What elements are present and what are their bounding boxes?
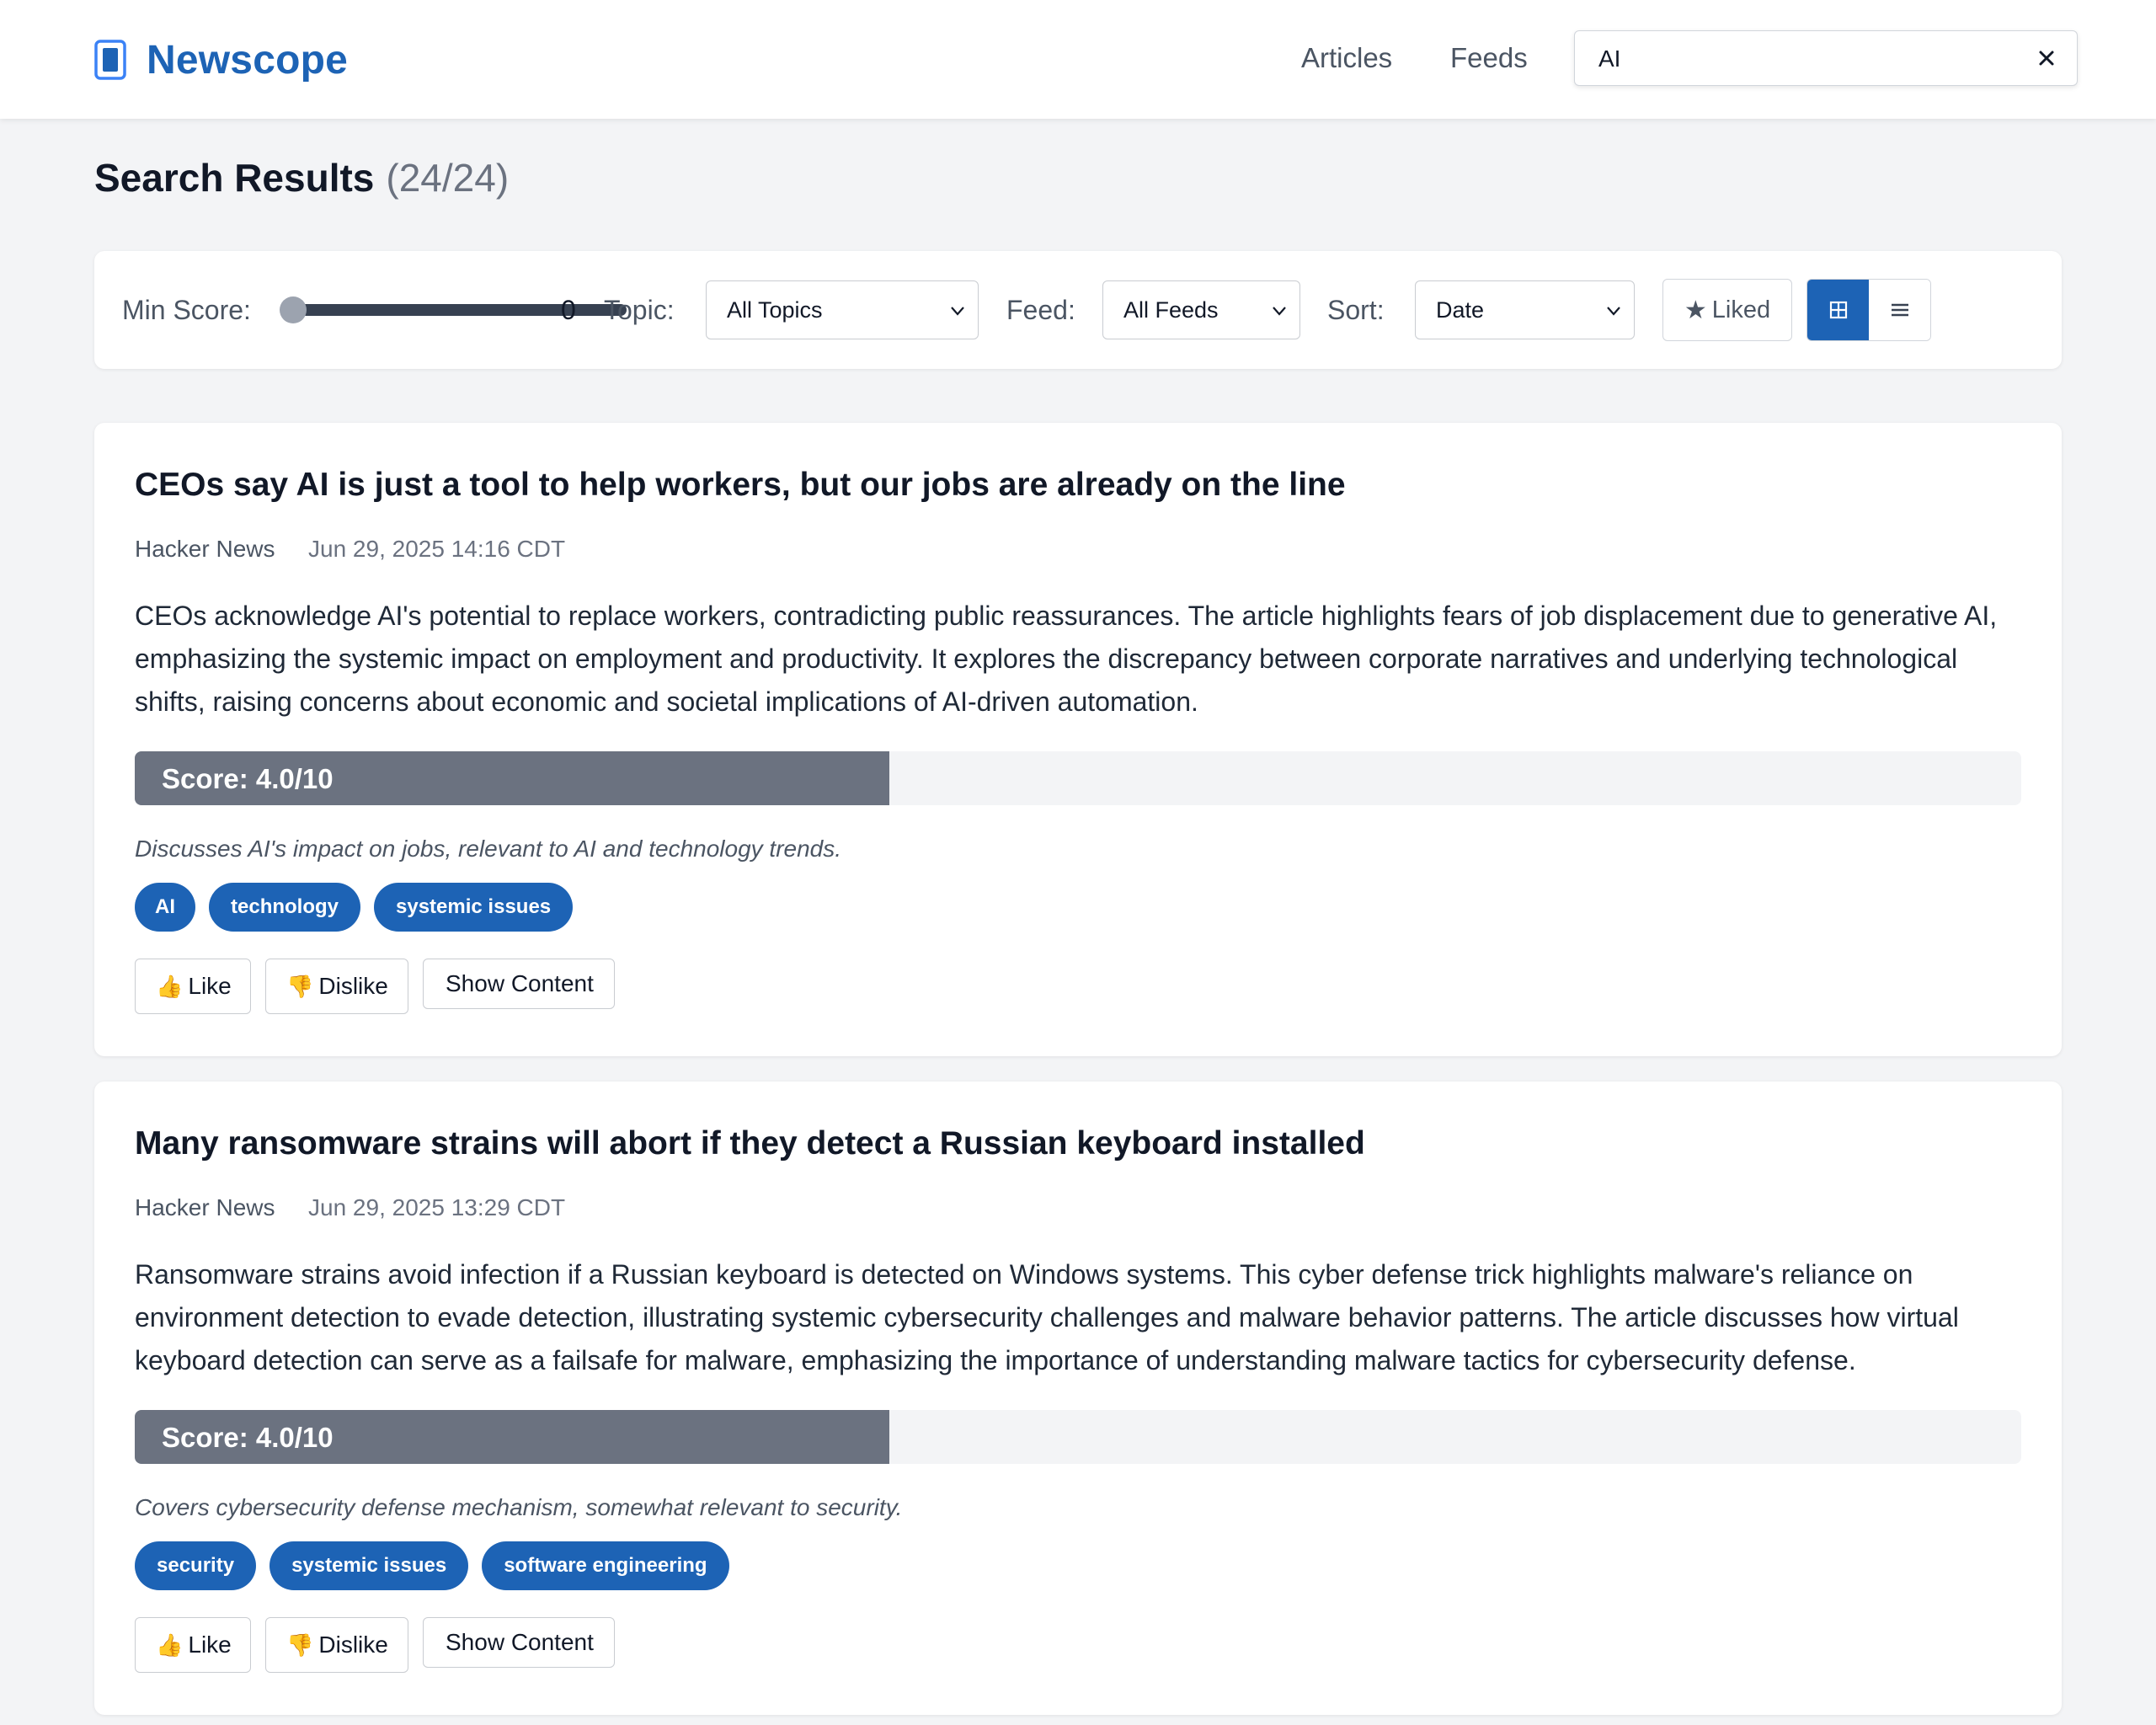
page-title-text: Search Results: [94, 156, 375, 200]
dislike-label: Dislike: [318, 973, 388, 999]
score-bar: Score: 4.0/10: [135, 1410, 2021, 1464]
liked-label: Liked: [1711, 296, 1771, 323]
like-label: Like: [188, 973, 232, 999]
topic-selected-value: All Topics: [727, 297, 823, 323]
newspaper-icon: [94, 40, 126, 80]
topic-label: Topic:: [604, 295, 675, 325]
feed-selected-value: All Feeds: [1123, 297, 1219, 323]
view-mode-toggle: [1806, 279, 1931, 341]
grid-icon: [1829, 301, 1847, 319]
article-source: Hacker News: [135, 1194, 275, 1220]
list-icon: [1891, 303, 1908, 317]
chevron-down-icon: [951, 307, 964, 316]
topic-select[interactable]: All Topics: [706, 280, 979, 339]
tag-list: security systemic issues software engine…: [135, 1541, 729, 1590]
page-title: Search Results (24/24): [94, 155, 509, 200]
tag-chip[interactable]: security: [135, 1541, 257, 1590]
tag-list: AI technology systemic issues: [135, 883, 574, 932]
app-name: Newscope: [147, 37, 349, 83]
dislike-label: Dislike: [318, 1632, 388, 1658]
sort-label: Sort:: [1327, 295, 1385, 325]
tag-chip[interactable]: technology: [209, 883, 361, 932]
thumbs-up-icon: 👍: [156, 1632, 184, 1658]
top-header: Newscope Articles Feeds: [0, 0, 2156, 119]
dislike-button[interactable]: 👎 Dislike: [265, 1617, 408, 1673]
article-card: Many ransomware strains will abort if th…: [94, 1081, 2062, 1715]
nav-feeds-link[interactable]: Feeds: [1450, 42, 1528, 74]
filter-bar: Min Score: 0 Topic: All Topics Feed: All…: [94, 251, 2062, 369]
min-score-value: 0: [561, 295, 576, 325]
show-content-button[interactable]: Show Content: [423, 959, 615, 1009]
logo[interactable]: Newscope: [94, 35, 348, 84]
grid-view-button[interactable]: [1807, 280, 1869, 340]
sort-selected-value: Date: [1436, 297, 1485, 323]
show-content-label: Show Content: [446, 970, 594, 996]
thumbs-up-icon: 👍: [156, 973, 184, 999]
chevron-down-icon: [1273, 307, 1286, 316]
like-label: Like: [188, 1632, 232, 1658]
min-score-slider-thumb[interactable]: [280, 296, 307, 323]
show-content-label: Show Content: [446, 1629, 594, 1655]
feed-select[interactable]: All Feeds: [1102, 280, 1300, 339]
tag-chip[interactable]: AI: [135, 883, 195, 932]
article-date: Jun 29, 2025 14:16 CDT: [308, 536, 566, 562]
search-box: [1574, 30, 2078, 86]
thumbs-down-icon: 👎: [286, 1632, 314, 1658]
close-icon[interactable]: [2031, 43, 2062, 73]
star-icon: ★: [1684, 296, 1707, 324]
feed-label: Feed:: [1006, 295, 1075, 325]
score-bar: Score: 4.0/10: [135, 751, 2021, 805]
show-content-button[interactable]: Show Content: [423, 1617, 615, 1668]
dislike-button[interactable]: 👎 Dislike: [265, 959, 408, 1014]
tag-chip[interactable]: systemic issues: [270, 1541, 469, 1590]
article-summary: Ransomware strains avoid infection if a …: [135, 1259, 1959, 1375]
thumbs-down-icon: 👎: [286, 973, 314, 999]
like-button[interactable]: 👍 Like: [135, 1617, 251, 1673]
article-summary: CEOs acknowledge AI's potential to repla…: [135, 601, 1998, 717]
score-text: Score: 4.0/10: [162, 763, 334, 794]
tag-chip[interactable]: systemic issues: [374, 883, 574, 932]
search-input[interactable]: [1598, 41, 2003, 77]
article-source: Hacker News: [135, 536, 275, 562]
chevron-down-icon: [1607, 307, 1620, 316]
list-view-button[interactable]: [1869, 280, 1930, 340]
article-title[interactable]: CEOs say AI is just a tool to help worke…: [135, 467, 1346, 504]
score-reason: Covers cybersecurity defense mechanism, …: [135, 1494, 903, 1520]
min-score-label: Min Score:: [122, 295, 251, 325]
article-title[interactable]: Many ransomware strains will abort if th…: [135, 1125, 1365, 1162]
article-card: CEOs say AI is just a tool to help worke…: [94, 423, 2062, 1056]
score-text: Score: 4.0/10: [162, 1422, 334, 1453]
article-date: Jun 29, 2025 13:29 CDT: [308, 1194, 566, 1220]
liked-filter-button[interactable]: ★ Liked: [1662, 279, 1792, 341]
tag-chip[interactable]: software engineering: [482, 1541, 729, 1590]
sort-select[interactable]: Date: [1415, 280, 1635, 339]
results-count: (24/24): [386, 156, 510, 200]
min-score-slider-track[interactable]: [293, 304, 627, 316]
score-reason: Discusses AI's impact on jobs, relevant …: [135, 836, 842, 862]
like-button[interactable]: 👍 Like: [135, 959, 251, 1014]
nav-articles-link[interactable]: Articles: [1301, 42, 1392, 74]
